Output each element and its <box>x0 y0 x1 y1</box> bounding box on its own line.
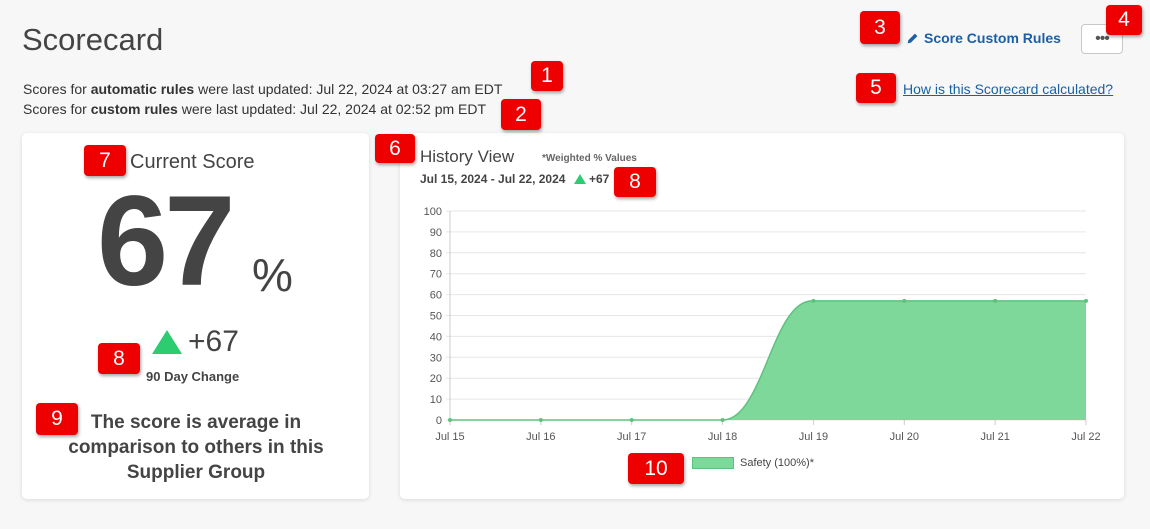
annotation-badge: 10 <box>628 453 684 484</box>
annotation-badge: 2 <box>501 99 541 130</box>
x-tick-label: Jul 19 <box>799 431 828 443</box>
current-score-unit: % <box>252 249 293 301</box>
history-date-range: Jul 15, 2024 - Jul 22, 2024 <box>420 172 566 186</box>
annotation-badge: 5 <box>856 73 896 103</box>
y-tick-label: 10 <box>430 394 442 406</box>
x-tick-label: Jul 22 <box>1071 431 1100 443</box>
y-tick-label: 0 <box>436 415 442 427</box>
data-point <box>811 298 816 303</box>
data-point <box>993 298 998 303</box>
data-point <box>448 418 452 422</box>
annotation-badge: 7 <box>84 145 126 176</box>
data-point <box>720 418 725 422</box>
x-tick-label: Jul 16 <box>526 431 555 443</box>
history-title: History View <box>420 147 515 166</box>
data-point <box>1084 298 1088 303</box>
x-tick-label: Jul 17 <box>617 431 646 443</box>
y-tick-label: 50 <box>430 311 442 323</box>
history-change: +67 <box>574 172 609 186</box>
x-tick-label: Jul 18 <box>708 431 737 443</box>
score-change-value: +67 <box>188 325 239 358</box>
pencil-icon <box>907 33 918 43</box>
annotation-badge: 6 <box>375 134 415 163</box>
annotation-badge: 8 <box>614 167 656 197</box>
custom-rules-update-text: Scores for custom rules were last update… <box>23 101 487 117</box>
page-title: Scorecard <box>22 22 164 57</box>
legend-swatch <box>692 457 734 469</box>
data-point <box>902 298 907 303</box>
annotation-badge: 4 <box>1106 5 1142 35</box>
score-custom-rules-label: Score Custom Rules <box>924 30 1061 46</box>
y-tick-label: 80 <box>430 248 442 260</box>
y-tick-label: 60 <box>430 290 442 302</box>
legend-label: Safety (100%)* <box>740 457 814 469</box>
history-subtitle: *Weighted % Values <box>542 153 637 164</box>
x-tick-label: Jul 20 <box>890 431 919 443</box>
score-change: +67 <box>150 325 239 359</box>
score-change-label: 90 Day Change <box>146 369 240 384</box>
annotation-badge: 9 <box>36 403 78 435</box>
score-custom-rules-button[interactable]: Score Custom Rules <box>906 30 1061 46</box>
data-point <box>629 418 634 422</box>
annotation-badge: 3 <box>860 11 900 44</box>
annotation-badge: 1 <box>531 61 563 91</box>
y-tick-label: 90 <box>430 227 442 239</box>
history-change-value: +67 <box>589 172 610 186</box>
chart-legend[interactable]: Safety (100%)* <box>692 457 814 469</box>
up-triangle-icon <box>574 174 586 184</box>
history-chart: 0 10 20 30 40 50 60 70 80 90 100 Jul 15 Jul 16 Jul 17… <box>424 206 1101 443</box>
current-score-value: 67 <box>97 170 235 313</box>
y-tick-label: 40 <box>430 331 442 343</box>
y-tick-label: 70 <box>430 269 442 281</box>
x-tick-label: Jul 21 <box>980 431 1009 443</box>
auto-rules-update-text: Scores for automatic rules were last upd… <box>23 81 503 97</box>
y-tick-label: 20 <box>430 373 442 385</box>
score-comparison-text: The score is average in comparison to ot… <box>68 412 324 483</box>
y-tick-label: 100 <box>424 206 442 218</box>
annotation-badge: 8 <box>98 343 140 374</box>
scorecard-help-link[interactable]: How is this Scorecard calculated? <box>903 81 1113 97</box>
up-triangle-icon <box>152 330 182 354</box>
x-tick-label: Jul 15 <box>435 431 464 443</box>
data-point <box>538 418 543 422</box>
y-tick-label: 30 <box>430 352 442 364</box>
